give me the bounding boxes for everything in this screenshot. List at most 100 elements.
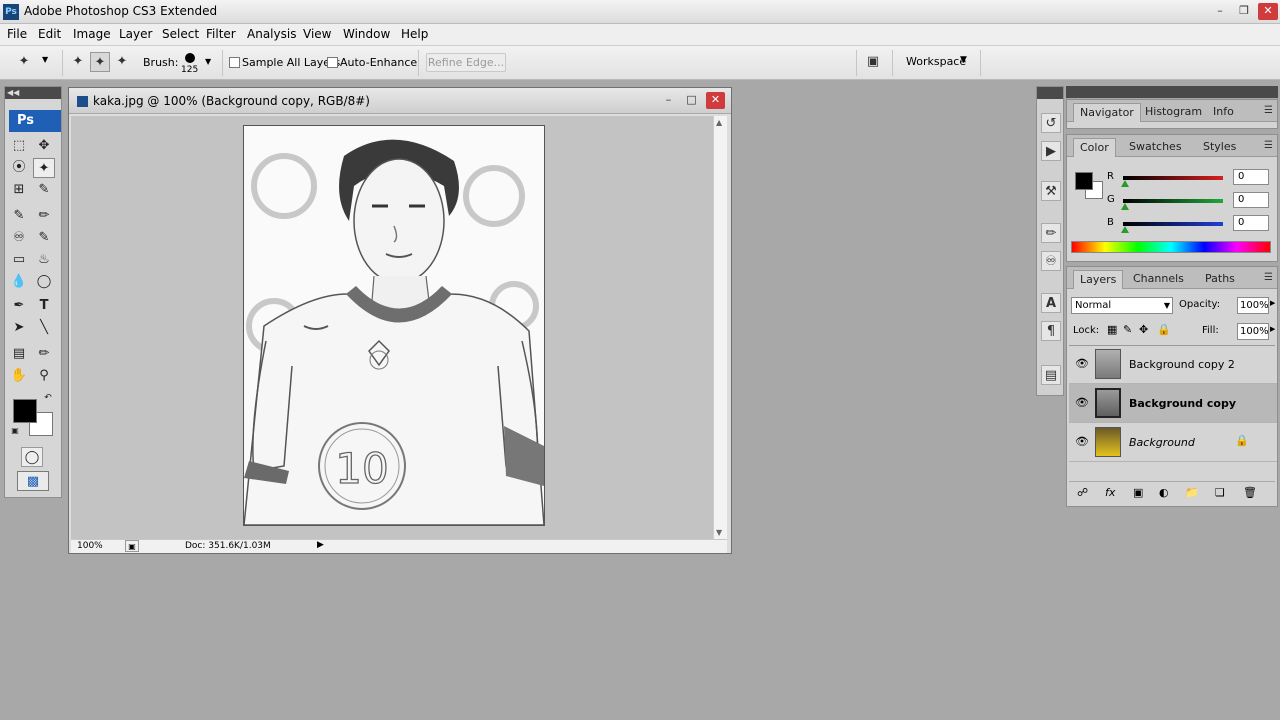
- green-slider[interactable]: G 0: [1107, 192, 1272, 212]
- type-tool-icon[interactable]: T: [33, 296, 55, 316]
- blend-mode-arrow-icon[interactable]: ▼: [1164, 298, 1170, 313]
- layer-row[interactable]: 👁 Background 🔒: [1069, 423, 1277, 462]
- quick-selection-tool-icon[interactable]: ✦: [33, 158, 55, 178]
- canvas-area[interactable]: 10: [71, 116, 713, 539]
- actions-panel-icon[interactable]: ▶: [1041, 141, 1061, 161]
- menu-view[interactable]: View: [303, 27, 331, 41]
- menu-layer[interactable]: Layer: [119, 27, 152, 41]
- workspace-arrow-icon[interactable]: ▼: [960, 55, 967, 65]
- menu-edit[interactable]: Edit: [38, 27, 61, 41]
- pen-tool-icon[interactable]: ✒: [8, 296, 30, 316]
- eyedropper-tool-icon[interactable]: ✏: [33, 344, 55, 364]
- toolbox-collapse-icon[interactable]: ◀◀: [5, 87, 61, 99]
- paragraph-panel-icon[interactable]: ¶: [1041, 321, 1061, 341]
- tab-swatches[interactable]: Swatches: [1123, 138, 1188, 157]
- color-spectrum-ramp[interactable]: [1071, 241, 1271, 253]
- scroll-down-arrow-icon[interactable]: ▼: [716, 528, 722, 537]
- green-slider-track[interactable]: [1123, 199, 1223, 203]
- blur-tool-icon[interactable]: 💧: [8, 272, 30, 292]
- menu-file[interactable]: File: [7, 27, 27, 41]
- brush-tool-icon[interactable]: ✏: [33, 206, 55, 226]
- opacity-input[interactable]: 100%: [1237, 297, 1269, 314]
- tab-info[interactable]: Info: [1207, 103, 1240, 122]
- auto-enhance-checkbox[interactable]: [327, 57, 338, 68]
- color-foreground-swatch[interactable]: [1075, 172, 1093, 190]
- tool-presets-panel-icon[interactable]: ⚒: [1041, 181, 1061, 201]
- lock-transparent-icon[interactable]: ▦: [1107, 323, 1117, 336]
- visibility-eye-icon[interactable]: 👁: [1075, 435, 1089, 448]
- zoom-level[interactable]: 100%: [77, 541, 103, 551]
- eraser-tool-icon[interactable]: ▭: [8, 250, 30, 270]
- menu-image[interactable]: Image: [73, 27, 111, 41]
- refine-edge-button[interactable]: Refine Edge...: [426, 53, 506, 72]
- dodge-tool-icon[interactable]: ◯: [33, 272, 55, 292]
- scroll-up-arrow-icon[interactable]: ▲: [716, 118, 722, 127]
- delete-layer-icon[interactable]: 🗑: [1243, 486, 1257, 499]
- blue-slider[interactable]: B 0: [1107, 215, 1272, 235]
- path-selection-tool-icon[interactable]: ➤: [8, 318, 30, 338]
- swap-colors-icon[interactable]: ↶: [41, 391, 55, 405]
- file-browser-icon[interactable]: ▣: [863, 52, 883, 72]
- tab-color[interactable]: Color: [1073, 138, 1116, 157]
- green-value-input[interactable]: 0: [1233, 192, 1269, 208]
- history-panel-icon[interactable]: ↺: [1041, 113, 1061, 133]
- clone-source-panel-icon[interactable]: ♾: [1041, 251, 1061, 271]
- lock-position-icon[interactable]: ✥: [1139, 323, 1148, 336]
- document-close-button[interactable]: ✕: [706, 92, 725, 109]
- document-minimize-button[interactable]: –: [659, 92, 678, 109]
- tab-histogram[interactable]: Histogram: [1139, 103, 1208, 122]
- visibility-eye-icon[interactable]: 👁: [1075, 357, 1089, 370]
- layer-comps-panel-icon[interactable]: ▤: [1041, 365, 1061, 385]
- crop-tool-icon[interactable]: ⊞: [8, 180, 30, 200]
- brush-preview-icon[interactable]: [185, 53, 195, 63]
- screen-mode-icon[interactable]: ▩: [17, 471, 49, 491]
- hand-tool-icon[interactable]: ✋: [8, 366, 30, 386]
- close-button[interactable]: ✕: [1258, 3, 1278, 20]
- layer-mask-icon[interactable]: ▣: [1133, 486, 1143, 499]
- menu-help[interactable]: Help: [401, 27, 428, 41]
- menu-select[interactable]: Select: [162, 27, 199, 41]
- lock-image-icon[interactable]: ✎: [1123, 323, 1132, 336]
- quick-mask-icon[interactable]: ◯: [21, 447, 43, 467]
- blue-value-input[interactable]: 0: [1233, 215, 1269, 231]
- tab-channels[interactable]: Channels: [1127, 270, 1190, 289]
- lock-all-icon[interactable]: 🔒: [1157, 323, 1171, 336]
- line-tool-icon[interactable]: ╲: [33, 318, 55, 338]
- tool-preset-picker-icon[interactable]: ✦: [14, 52, 34, 72]
- link-layers-icon[interactable]: ☍: [1077, 486, 1088, 499]
- zoom-tool-icon[interactable]: ⚲: [33, 366, 55, 386]
- minimize-button[interactable]: –: [1210, 3, 1230, 20]
- character-panel-icon[interactable]: A: [1041, 293, 1061, 313]
- blue-slider-knob[interactable]: [1121, 226, 1129, 233]
- tool-preset-arrow-icon[interactable]: ▼: [42, 55, 48, 64]
- red-slider[interactable]: R 0: [1107, 169, 1272, 189]
- add-to-selection-icon[interactable]: ✦: [90, 52, 110, 72]
- document-title-bar[interactable]: kaka.jpg @ 100% (Background copy, RGB/8#…: [69, 88, 731, 114]
- red-slider-track[interactable]: [1123, 176, 1223, 180]
- new-layer-icon[interactable]: ❏: [1215, 486, 1225, 499]
- menu-analysis[interactable]: Analysis: [247, 27, 296, 41]
- default-colors-icon[interactable]: ▣: [9, 425, 21, 437]
- panel-dock-header[interactable]: [1066, 86, 1278, 98]
- layer-style-icon[interactable]: fx: [1105, 486, 1115, 499]
- history-brush-tool-icon[interactable]: ✎: [33, 228, 55, 248]
- tab-styles[interactable]: Styles: [1197, 138, 1242, 157]
- status-menu-arrow-icon[interactable]: ▶: [317, 540, 324, 550]
- brushes-panel-icon[interactable]: ✏: [1041, 223, 1061, 243]
- restore-button[interactable]: ❐: [1234, 3, 1254, 20]
- move-tool-icon[interactable]: ✥: [33, 136, 55, 156]
- tab-paths[interactable]: Paths: [1199, 270, 1241, 289]
- menu-window[interactable]: Window: [343, 27, 390, 41]
- tab-navigator[interactable]: Navigator: [1073, 103, 1141, 122]
- foreground-color-swatch[interactable]: [13, 399, 37, 423]
- tab-layers[interactable]: Layers: [1073, 270, 1124, 289]
- paint-bucket-tool-icon[interactable]: ♨: [33, 250, 55, 270]
- red-value-input[interactable]: 0: [1233, 169, 1269, 185]
- visibility-eye-icon[interactable]: 👁: [1075, 396, 1089, 409]
- healing-brush-tool-icon[interactable]: ✎: [8, 206, 30, 226]
- slice-tool-icon[interactable]: ✎: [33, 180, 55, 200]
- new-selection-icon[interactable]: ✦: [68, 52, 88, 72]
- opacity-arrow-icon[interactable]: ▶: [1270, 299, 1275, 307]
- menu-filter[interactable]: Filter: [206, 27, 236, 41]
- clone-stamp-tool-icon[interactable]: ♾: [8, 228, 30, 248]
